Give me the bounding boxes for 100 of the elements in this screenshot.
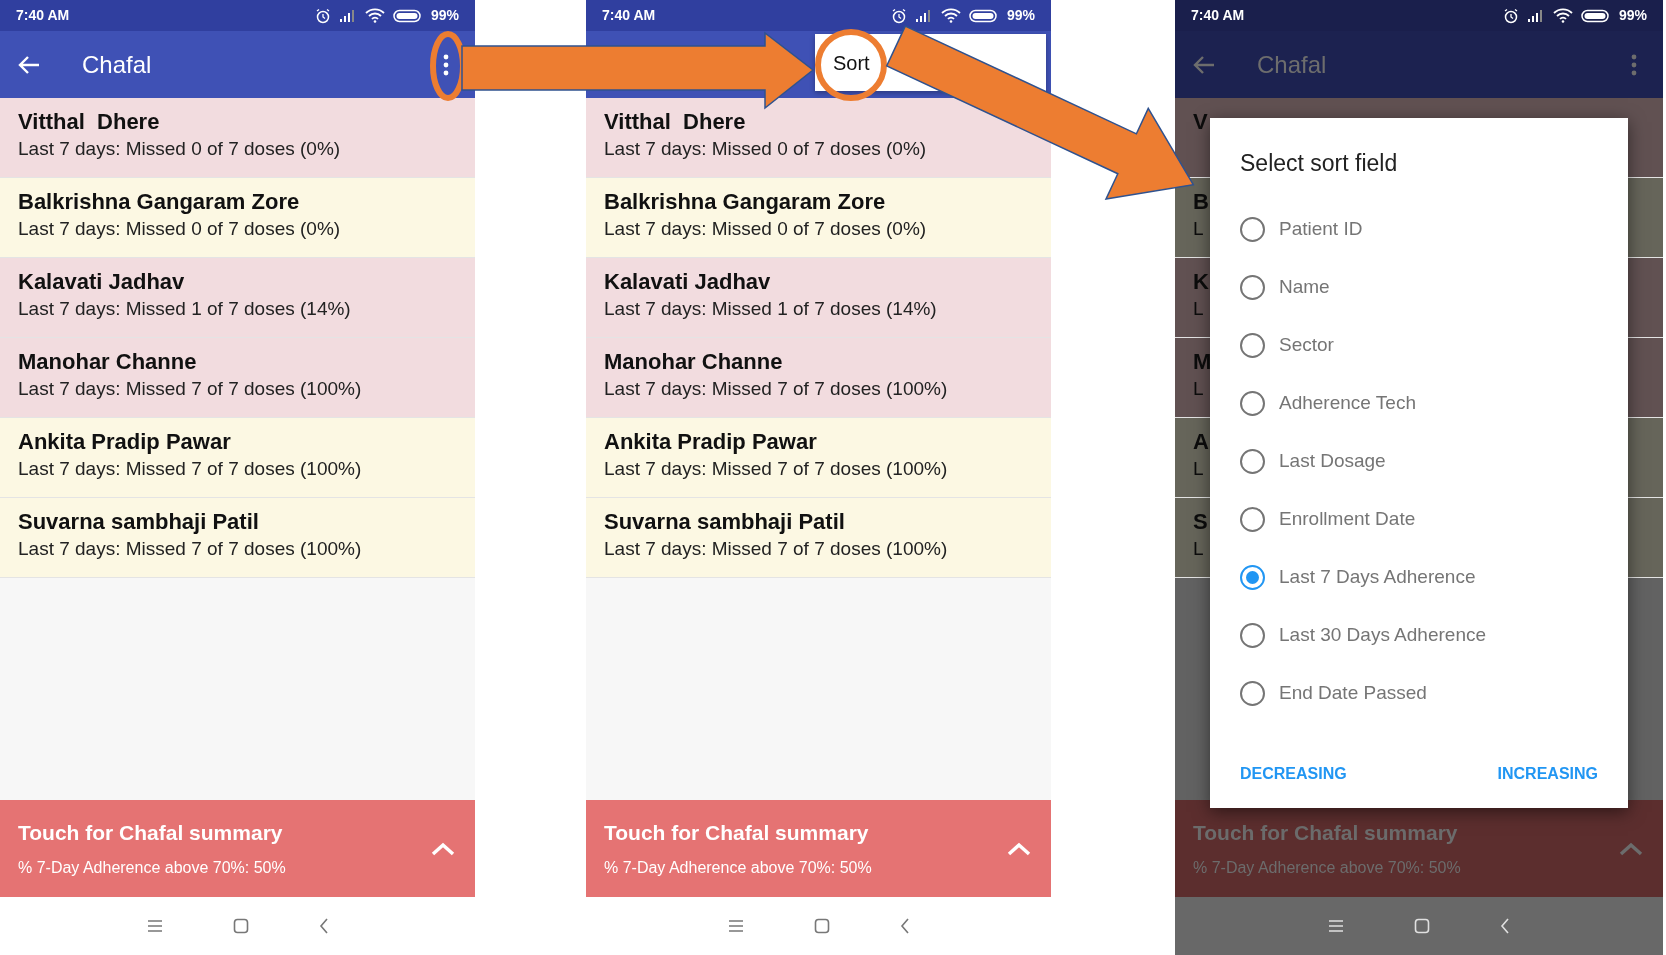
patient-name: V xyxy=(1193,108,1208,135)
highlight-circle xyxy=(815,29,887,101)
radio-button[interactable] xyxy=(1240,623,1265,648)
adherence-text: Last 7 days: Missed 7 of 7 doses (100%) xyxy=(18,457,362,481)
battery-icon xyxy=(1580,8,1611,23)
patient-row[interactable]: Vitthal Dhere Last 7 days: Missed 0 of 7 doses (0%) xyxy=(586,98,1051,178)
summary-text: % 7-Day Adherence above 70%: 50% xyxy=(18,858,286,879)
option-label[interactable]: Patient ID xyxy=(1279,215,1363,244)
adherence-text: Last 7 days: Missed 0 of 7 doses (0%) xyxy=(18,137,341,161)
wifi-icon xyxy=(940,8,961,23)
adherence-text: L xyxy=(1193,457,1204,481)
option-label[interactable]: Enrollment Date xyxy=(1279,505,1416,534)
home-icon[interactable] xyxy=(813,918,830,934)
radio-button[interactable] xyxy=(1240,391,1265,416)
signal-icon xyxy=(914,8,933,23)
more-options-icon[interactable] xyxy=(443,53,449,76)
patient-name: Suvarna sambhaji Patil xyxy=(604,508,845,535)
alarm-icon xyxy=(314,7,331,24)
patient-row[interactable]: Vitthal Dhere Last 7 days: Missed 0 of 7 doses (0%) xyxy=(0,98,475,178)
patient-row[interactable]: Manohar Channe Last 7 days: Missed 7 of 7 doses (100%) xyxy=(0,338,475,418)
back-icon[interactable] xyxy=(899,918,910,934)
battery-level: 99% xyxy=(430,6,459,25)
radio-button[interactable] xyxy=(1240,333,1265,358)
adherence-text: L xyxy=(1193,217,1204,241)
summary-bar[interactable]: Touch for Chafal summary % 7-Day Adherence above 70%: 50% xyxy=(586,800,1051,897)
patient-row[interactable]: Kalavati Jadhav Last 7 days: Missed 1 of 7 doses (14%) xyxy=(586,258,1051,338)
menu-icon[interactable] xyxy=(727,919,744,933)
adherence-text: Last 7 days: Missed 0 of 7 doses (0%) xyxy=(604,217,927,241)
adherence-text: Last 7 days: Missed 0 of 7 doses (0%) xyxy=(18,217,341,241)
patient-row[interactable]: Suvarna sambhaji Patil Last 7 days: Missed 7 of 7 doses (100%) xyxy=(586,498,1051,578)
option-label[interactable]: Last 30 Days Adherence xyxy=(1279,621,1487,650)
more-options-icon[interactable] xyxy=(1631,53,1637,76)
radio-button[interactable] xyxy=(1240,565,1265,590)
wifi-icon xyxy=(364,8,385,23)
patient-name: Manohar Channe xyxy=(604,348,783,375)
adherence-text: Last 7 days: Missed 0 of 7 doses (0%) xyxy=(604,137,927,161)
dialog-button[interactable]: INCREASING xyxy=(1497,762,1598,786)
patient-row[interactable]: Balkrishna Gangaram Zore Last 7 days: Missed 0 of 7 doses (0%) xyxy=(586,178,1051,258)
adherence-text: Last 7 days: Missed 7 of 7 doses (100%) xyxy=(18,377,362,401)
summary-title: Touch for Chafal summary xyxy=(18,819,284,846)
screen-title: Chafal xyxy=(1257,49,1327,80)
battery-level: 99% xyxy=(1618,6,1647,25)
patient-name: Balkrishna Gangaram Zore xyxy=(604,188,886,215)
patient-name: Balkrishna Gangaram Zore xyxy=(18,188,300,215)
chevron-up-icon xyxy=(1007,841,1031,856)
patient-name: Kalavati Jadhav xyxy=(18,268,185,295)
patient-name: Ankita Pradip Pawar xyxy=(604,428,817,455)
battery-icon xyxy=(392,8,423,23)
radio-button[interactable] xyxy=(1240,681,1265,706)
adherence-text: L xyxy=(1193,377,1204,401)
adherence-text: Last 7 days: Missed 1 of 7 doses (14%) xyxy=(604,297,937,321)
patient-row[interactable]: Kalavati Jadhav Last 7 days: Missed 1 of 7 doses (14%) xyxy=(0,258,475,338)
back-arrow-icon[interactable] xyxy=(1193,54,1215,75)
chevron-up-icon xyxy=(1619,841,1643,856)
radio-button[interactable] xyxy=(1240,275,1265,300)
patient-row[interactable]: Ankita Pradip Pawar Last 7 days: Missed 7 of 7 doses (100%) xyxy=(0,418,475,498)
patient-name: B xyxy=(1193,188,1209,215)
patient-row[interactable]: Balkrishna Gangaram Zore Last 7 days: Missed 0 of 7 doses (0%) xyxy=(0,178,475,258)
back-icon[interactable] xyxy=(318,918,329,934)
patient-row[interactable]: Manohar Channe Last 7 days: Missed 7 of 7 doses (100%) xyxy=(586,338,1051,418)
radio-button[interactable] xyxy=(1240,507,1265,532)
adherence-text: Last 7 days: Missed 7 of 7 doses (100%) xyxy=(604,537,948,561)
option-label[interactable]: Sector xyxy=(1279,331,1334,360)
summary-bar[interactable]: Touch for Chafal summary % 7-Day Adherence above 70%: 50% xyxy=(0,800,475,897)
battery-level: 99% xyxy=(1006,6,1035,25)
menu-icon[interactable] xyxy=(146,919,163,933)
option-label[interactable]: End Date Passed xyxy=(1279,679,1427,708)
option-label[interactable]: Adherence Tech xyxy=(1279,389,1416,418)
option-label[interactable]: Last 7 Days Adherence xyxy=(1279,563,1476,592)
option-label[interactable]: Name xyxy=(1279,273,1330,302)
patient-row[interactable]: Ankita Pradip Pawar Last 7 days: Missed 7 of 7 doses (100%) xyxy=(586,418,1051,498)
patient-name: Suvarna sambhaji Patil xyxy=(18,508,259,535)
menu-item[interactable]: Sort xyxy=(833,47,870,78)
home-icon[interactable] xyxy=(232,918,249,934)
status-time: 7:40 AM xyxy=(16,6,70,25)
option-label[interactable]: Last Dosage xyxy=(1279,447,1386,476)
adherence-text: L xyxy=(1193,537,1204,561)
patient-name: Ankita Pradip Pawar xyxy=(18,428,231,455)
wifi-icon xyxy=(1552,8,1573,23)
patient-name: Vitthal Dhere xyxy=(18,108,160,135)
adherence-text: Last 7 days: Missed 7 of 7 doses (100%) xyxy=(604,457,948,481)
dialog-title: Select sort field xyxy=(1240,149,1399,178)
summary-text: % 7-Day Adherence above 70%: 50% xyxy=(1193,858,1461,879)
patient-name: Vitthal Dhere xyxy=(604,108,746,135)
summary-title: Touch for Chafal summary xyxy=(604,819,870,846)
radio-button[interactable] xyxy=(1240,217,1265,242)
alarm-icon xyxy=(890,7,907,24)
radio-button[interactable] xyxy=(1240,449,1265,474)
status-time: 7:40 AM xyxy=(602,6,656,25)
screen-title: Chafal xyxy=(82,49,152,80)
battery-icon xyxy=(968,8,999,23)
summary-text: % 7-Day Adherence above 70%: 50% xyxy=(604,858,872,879)
patient-name: Kalavati Jadhav xyxy=(604,268,771,295)
dialog-button[interactable]: DECREASING xyxy=(1240,762,1347,786)
patient-name: A xyxy=(1193,428,1209,455)
adherence-text: Last 7 days: Missed 7 of 7 doses (100%) xyxy=(18,537,362,561)
signal-icon xyxy=(1526,8,1545,23)
chevron-up-icon xyxy=(431,841,455,856)
patient-row[interactable]: Suvarna sambhaji Patil Last 7 days: Missed 7 of 7 doses (100%) xyxy=(0,498,475,578)
patient-name: M xyxy=(1193,348,1212,375)
